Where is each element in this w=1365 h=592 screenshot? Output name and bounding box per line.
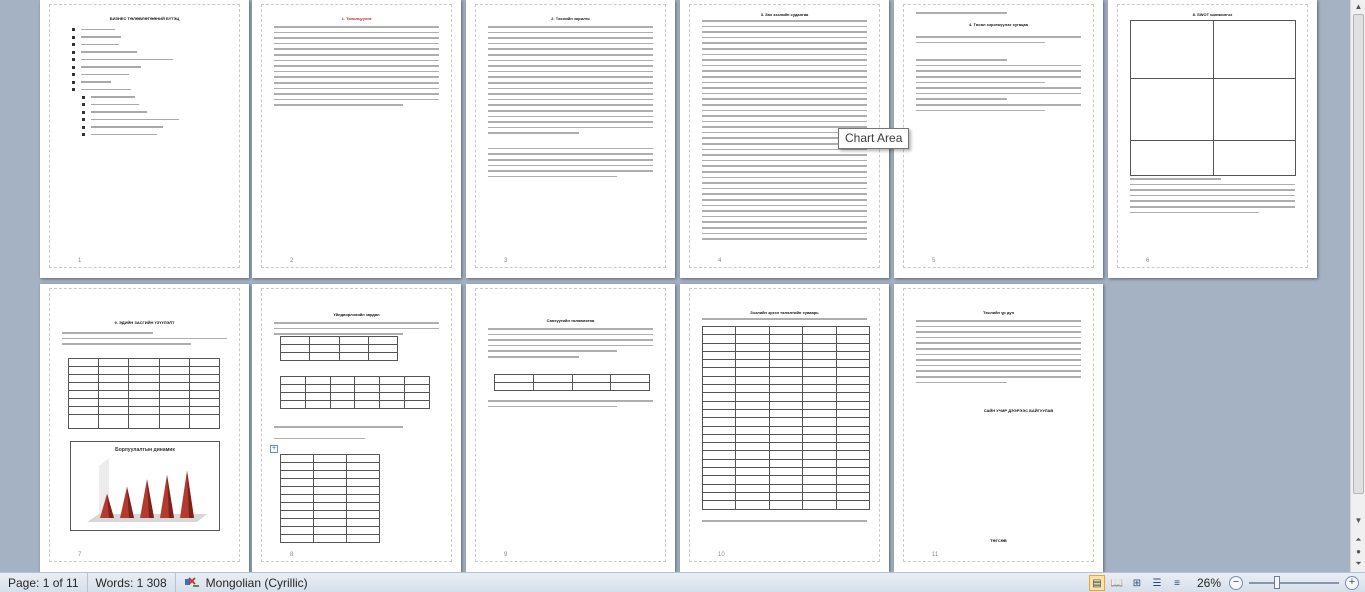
page-6[interactable]: 8. SWOT шинжилгээ 6 <box>1108 0 1317 278</box>
chart-plot <box>87 458 207 522</box>
page-number: 6 <box>1146 258 1150 264</box>
body-text-2 <box>274 426 439 443</box>
chart-title: Борлуулалтын динамик <box>115 447 175 453</box>
word-count[interactable]: Words: 1 308 <box>88 572 176 592</box>
cost-table-3[interactable] <box>280 454 380 543</box>
page-heading: 4. Төсөл хэрэгжүүлэх хугацаа <box>969 22 1028 27</box>
zoom-slider[interactable] <box>1249 576 1339 589</box>
page-number: 9 <box>504 552 508 558</box>
draft-view-icon[interactable]: ≡ <box>1169 575 1185 591</box>
body-text-2 <box>702 520 867 526</box>
page-number: 2 <box>290 258 294 264</box>
body-text <box>488 328 653 362</box>
body-text <box>488 26 653 181</box>
next-page-icon[interactable]: ⏷ <box>1354 559 1363 568</box>
body-text <box>62 332 227 349</box>
scroll-up-icon[interactable]: ▲ <box>1354 2 1363 11</box>
page-number: 1 <box>78 258 82 264</box>
outline-view-icon[interactable]: ☰ <box>1149 575 1165 591</box>
body-text <box>916 12 1081 18</box>
page-heading: 2. Төслийн зорилго <box>551 16 590 21</box>
cost-table-2 <box>280 376 430 409</box>
page-heading: Зээлийн эргэн төлөлтийн хуваарь <box>750 310 819 315</box>
zoom-slider-thumb[interactable] <box>1274 576 1280 589</box>
language-label: Mongolian (Cyrillic) <box>205 575 308 590</box>
page-indicator[interactable]: Page: 1 of 11 <box>0 572 88 592</box>
page-heading: БИЗНЕС ТӨЛӨВЛӨГӨӨНИЙ БҮТЭЦ <box>109 16 180 21</box>
page-number: 10 <box>718 552 725 558</box>
page-10[interactable]: Зээлийн эргэн төлөлтийн хуваарь 10 <box>680 284 889 572</box>
page-8[interactable]: Үйлдвэрлэлийн зардал + 8 <box>252 284 461 572</box>
page-number: 4 <box>718 258 722 264</box>
zoom-out-icon[interactable]: − <box>1229 576 1243 590</box>
page-2[interactable]: 1. Танилцуулга 2 <box>252 0 461 278</box>
page-number: 11 <box>932 552 939 558</box>
page-11[interactable]: Төслийн үр дүн САЙН УЧИР ДЭЭРЭЭС БАЙГУУЛ… <box>894 284 1103 572</box>
status-bar: Page: 1 of 11 Words: 1 308 Mongolian (Cy… <box>0 572 1365 592</box>
page-7[interactable]: 9. ЭДИЙН ЗАСГИЙН ҮЗҮҮЛЭЛТ Борлуулалтын д… <box>40 284 249 572</box>
toc-list <box>72 28 179 141</box>
document-workspace[interactable]: БИЗНЕС ТӨЛӨВЛӨГӨӨНИЙ БҮТЭЦ 1 1. Танилцуу… <box>0 0 1350 572</box>
page-heading: 1. Танилцуулга <box>341 16 372 21</box>
closing-line: САЙН УЧИР ДЭЭРЭЭС БАЙГУУЛАВ <box>983 408 1054 413</box>
body-text <box>702 318 867 324</box>
browse-object-icon[interactable]: ● <box>1354 547 1363 556</box>
sales-chart[interactable]: Борлуулалтын динамик <box>70 441 220 531</box>
body-text-2 <box>916 36 1081 115</box>
language-indicator[interactable]: Mongolian (Cyrillic) <box>176 573 316 592</box>
economic-table <box>67 358 221 429</box>
page-heading: Төслийн үр дүн <box>982 310 1015 315</box>
scroll-down-icon[interactable]: ▼ <box>1354 516 1363 525</box>
swot-table <box>1130 20 1296 176</box>
table-move-handle[interactable]: + <box>270 445 278 453</box>
proofing-icon <box>184 576 200 590</box>
page-heading: 3. Зах зээлийн судалгаа <box>760 12 809 17</box>
page-heading: Санхүүгийн төлөвлөгөө <box>546 318 595 323</box>
page-9[interactable]: Санхүүгийн төлөвлөгөө 9 <box>466 284 675 572</box>
body-text <box>274 26 439 110</box>
scroll-thumb[interactable] <box>1353 14 1364 494</box>
cost-table-1 <box>279 336 399 361</box>
zoom-in-icon[interactable]: + <box>1345 576 1359 590</box>
web-layout-icon[interactable]: ⊞ <box>1129 575 1145 591</box>
prev-page-icon[interactable]: ⏶ <box>1354 535 1363 544</box>
vertical-scrollbar[interactable]: ▲ ▼ ⏶ ● ⏷ <box>1350 0 1365 572</box>
page-number: 8 <box>290 552 294 558</box>
body-text <box>916 320 1081 387</box>
finance-table <box>494 374 650 391</box>
print-layout-view-icon[interactable]: ▤ <box>1089 575 1105 591</box>
page-number: 3 <box>504 258 508 264</box>
chart-area-tooltip: Chart Area <box>838 128 910 149</box>
body-text <box>1130 178 1295 217</box>
page-heading: 9. ЭДИЙН ЗАСГИЙН ҮЗҮҮЛЭЛТ <box>114 320 175 325</box>
page-5[interactable]: 4. Төсөл хэрэгжүүлэх хугацаа 5 <box>894 0 1103 278</box>
page-number: 5 <box>932 258 936 264</box>
page-heading: 8. SWOT шинжилгээ <box>1192 12 1233 17</box>
ending-mark: ТӨГСӨВ <box>990 538 1007 543</box>
page-heading: Үйлдвэрлэлийн зардал <box>333 312 380 317</box>
page-number: 7 <box>78 552 82 558</box>
view-controls: ▤ 📖 ⊞ ☰ ≡ 26% − + <box>1089 573 1359 592</box>
page-1[interactable]: БИЗНЕС ТӨЛӨВЛӨГӨӨНИЙ БҮТЭЦ 1 <box>40 0 249 278</box>
body-text-2 <box>488 400 653 411</box>
page-3[interactable]: 2. Төслийн зорилго 3 <box>466 0 675 278</box>
zoom-level[interactable]: 26% <box>1189 576 1221 590</box>
loan-schedule-table <box>701 325 871 510</box>
full-screen-reading-icon[interactable]: 📖 <box>1109 575 1125 591</box>
